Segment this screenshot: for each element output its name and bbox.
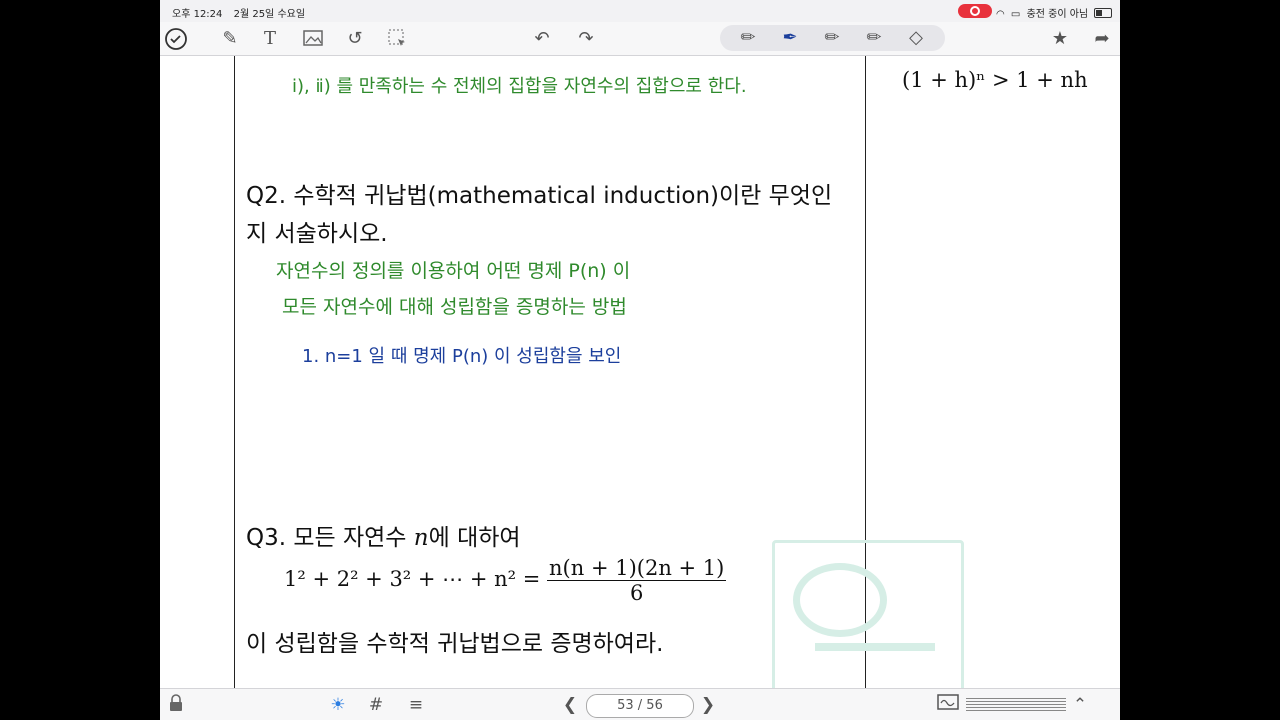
handwritten-answer-line-1: 자연수의 정의를 이용하여 어떤 명제 P(n) 이 (276, 260, 631, 282)
highlighter-icon[interactable]: ✏ (862, 26, 886, 50)
pencil-icon[interactable]: ✏ (736, 26, 760, 50)
status-time: 오후 12:24 (172, 9, 223, 20)
lines-icon[interactable]: ≡ (404, 693, 428, 717)
screen-record-icon[interactable] (958, 4, 992, 18)
formula-numerator: n(n + 1)(2n + 1) (547, 556, 727, 581)
image-icon[interactable] (301, 27, 325, 51)
page-thumbnail-icon[interactable] (936, 693, 960, 717)
star-icon[interactable]: ★ (1048, 27, 1072, 51)
tool-bar: ✎ T ↺ ↶ ↷ ✏ ✒ ✏ ✏ ◇ ★ ➦ (160, 22, 1120, 56)
formula-lhs: 1² + 2² + 3² + ⋯ + n² = (284, 567, 541, 591)
redo-icon[interactable]: ↷ (574, 27, 598, 51)
handwritten-answer-line-2: 모든 자연수에 대해 성립함을 증명하는 방법 (282, 296, 627, 318)
previous-page-icon[interactable]: ❮ (560, 693, 580, 717)
wifi-icon: ◠ (996, 9, 1005, 20)
share-icon[interactable]: ➦ (1090, 27, 1114, 51)
lock-icon[interactable] (166, 693, 186, 717)
grid-icon[interactable]: # (364, 693, 388, 717)
pen-icon[interactable]: ✎ (218, 27, 242, 51)
question-3-line-1: Q3. 모든 자연수 n에 대하여 (246, 525, 521, 551)
watermark-logo (772, 540, 964, 706)
status-date: 2월 25일 수요일 (233, 9, 306, 20)
handwritten-step-1: 1. n=1 일 때 명제 P(n) 이 성립함을 보인 (302, 346, 622, 367)
fountain-pen-icon[interactable]: ✒ (778, 26, 802, 50)
brightness-icon[interactable]: ☀ (326, 693, 350, 717)
question-3-line-3: 이 성립함을 수학적 귀납법으로 증명하여라. (246, 631, 664, 657)
eraser-icon[interactable]: ◇ (904, 26, 928, 50)
page-indicator[interactable]: 53 / 56 (586, 694, 694, 718)
page-scrubber[interactable] (966, 698, 1066, 712)
bottom-bar: ☀ # ≡ ❮ 53 / 56 ❯ ⌃ (160, 688, 1120, 720)
battery-status: 충전 중이 아님 (1026, 9, 1089, 20)
screen-mirror-icon: ▭ (1010, 9, 1021, 20)
left-margin-line (234, 56, 235, 720)
lasso-icon[interactable]: ↺ (343, 27, 367, 51)
variable-n: n (413, 525, 429, 551)
select-icon[interactable] (385, 27, 409, 51)
chevron-up-icon[interactable]: ⌃ (1070, 693, 1090, 717)
sum-formula: 1² + 2² + 3² + ⋯ + n² = n(n + 1)(2n + 1)… (284, 556, 727, 605)
check-icon[interactable] (164, 27, 188, 51)
question-2-line-2: 지 서술하시오. (246, 221, 388, 247)
marker-icon[interactable]: ✏ (820, 26, 844, 50)
pen-tray: ✏ ✒ ✏ ✏ ◇ (720, 25, 945, 51)
handwritten-definition: ⅰ), ⅱ) 를 만족하는 수 전체의 집합을 자연수의 집합으로 한다. (292, 76, 747, 97)
status-bar: 오후 12:24 2월 25일 수요일 ◠ ▭ 충전 중이 아님 (160, 0, 1120, 22)
next-page-icon[interactable]: ❯ (698, 693, 718, 717)
text-icon[interactable]: T (258, 27, 282, 51)
formula-denominator: 6 (630, 581, 644, 605)
undo-icon[interactable]: ↶ (530, 27, 554, 51)
side-inequality: (1 + h)ⁿ > 1 + nh (902, 68, 1088, 92)
formula-fraction: n(n + 1)(2n + 1) 6 (547, 556, 727, 605)
question-2-line-1: Q2. 수학적 귀납법(mathematical induction)이란 무엇… (246, 183, 833, 209)
battery-icon (1094, 8, 1113, 18)
app-screen: 오후 12:24 2월 25일 수요일 ◠ ▭ 충전 중이 아님 ✎ T ↺ ↶… (160, 0, 1120, 720)
